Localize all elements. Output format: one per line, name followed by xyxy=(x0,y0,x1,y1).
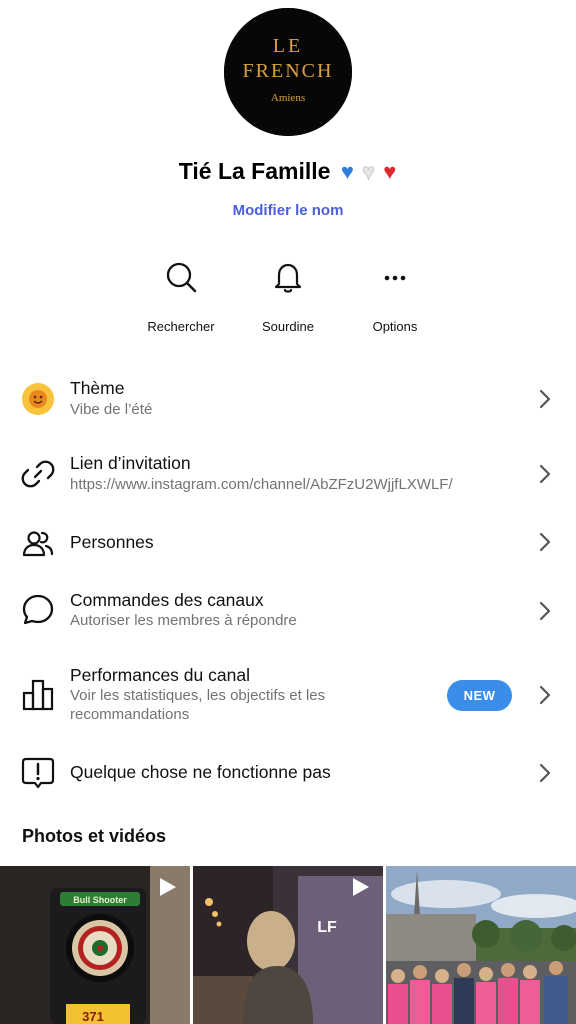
menu-item-report-problem[interactable]: Quelque chose ne fonctionne pas xyxy=(0,752,576,794)
report-problem-icon xyxy=(21,757,55,789)
edit-name-link[interactable]: Modifier le nom xyxy=(0,202,576,219)
mute-label: Sourdine xyxy=(261,319,315,334)
white-heart-icon: ♥ xyxy=(362,159,377,185)
people-icon xyxy=(22,531,54,557)
search-icon xyxy=(166,262,197,293)
performance-subtitle-line1: Voir les statistiques, les objectifs et … xyxy=(70,687,326,704)
commands-title: Commandes des canaux xyxy=(70,590,264,610)
bar-chart-icon xyxy=(22,679,54,711)
menu-item-channel-performance[interactable]: Performances du canal Voir les statistiq… xyxy=(0,658,576,734)
menu-item-channel-commands[interactable]: Commandes des canaux Autoriser les membr… xyxy=(0,582,576,638)
chevron-right-icon xyxy=(539,464,551,484)
theme-title: Thème xyxy=(70,378,125,398)
blue-heart-icon: ♥ xyxy=(340,159,355,184)
chat-bubble-icon xyxy=(22,594,54,625)
neon-sign-text: LF xyxy=(317,919,337,936)
media-grid: Bull Shooter 371 LF xyxy=(0,866,576,1024)
performance-subtitle-line2: recommandations xyxy=(70,706,190,723)
chevron-right-icon xyxy=(539,532,551,552)
mute-button[interactable]: Sourdine xyxy=(233,258,343,342)
chevron-right-icon xyxy=(539,601,551,621)
search-label: Rechercher xyxy=(147,319,215,334)
machine-brand-text: Bull Shooter xyxy=(73,895,127,905)
chevron-right-icon xyxy=(539,685,551,705)
channel-name: Tié La Famille ♥ ♥ ♥ xyxy=(0,158,576,185)
media-thumbnail-dartboard-video[interactable]: Bull Shooter 371 xyxy=(0,866,190,1024)
media-thumbnail-bar-video[interactable]: LF xyxy=(193,866,383,1024)
media-section-title: Photos et vidéos xyxy=(22,826,167,846)
invite-url[interactable]: https://www.instagram.com/channel/AbZFzU… xyxy=(70,475,453,494)
link-icon xyxy=(21,460,55,488)
options-button[interactable]: Options xyxy=(340,258,450,342)
channel-avatar[interactable]: LE FRENCH Amiens xyxy=(224,8,352,136)
score-display: 371 xyxy=(82,1009,104,1024)
new-badge: NEW xyxy=(447,680,512,711)
invite-title: Lien d’invitation xyxy=(70,453,191,473)
search-button[interactable]: Rechercher xyxy=(126,258,236,342)
chevron-right-icon xyxy=(539,763,551,783)
video-play-icon xyxy=(353,878,369,896)
more-icon xyxy=(384,275,406,281)
logo-line-1: LE xyxy=(273,35,303,57)
theme-subtitle: Vibe de l’été xyxy=(70,401,153,418)
logo-line-2: FRENCH xyxy=(243,60,334,82)
group-photo xyxy=(386,866,576,1024)
bell-icon xyxy=(274,263,302,293)
media-thumbnail-group-photo[interactable] xyxy=(386,866,576,1024)
performance-title: Performances du canal xyxy=(70,665,250,685)
options-label: Options xyxy=(372,319,418,334)
chevron-right-icon xyxy=(539,389,551,409)
red-heart-icon: ♥ xyxy=(383,159,398,184)
menu-item-invite-link[interactable]: Lien d’invitation https://www.instagram.… xyxy=(0,446,576,504)
sun-theme-icon xyxy=(22,383,54,415)
le-french-logo: LE FRENCH Amiens xyxy=(224,8,352,136)
action-row: Rechercher Sourdine Options xyxy=(0,258,576,342)
menu-item-theme[interactable]: Thème Vibe de l’été xyxy=(0,370,576,430)
commands-subtitle: Autoriser les membres à répondre xyxy=(70,612,297,629)
logo-line-3: Amiens xyxy=(271,92,305,104)
channel-name-text: Tié La Famille xyxy=(178,158,331,184)
report-title: Quelque chose ne fonctionne pas xyxy=(70,762,331,782)
heart-emojis: ♥ ♥ ♥ xyxy=(340,159,398,185)
menu-item-people[interactable]: Personnes xyxy=(0,524,576,564)
video-play-icon xyxy=(160,878,176,896)
people-title: Personnes xyxy=(70,532,154,552)
